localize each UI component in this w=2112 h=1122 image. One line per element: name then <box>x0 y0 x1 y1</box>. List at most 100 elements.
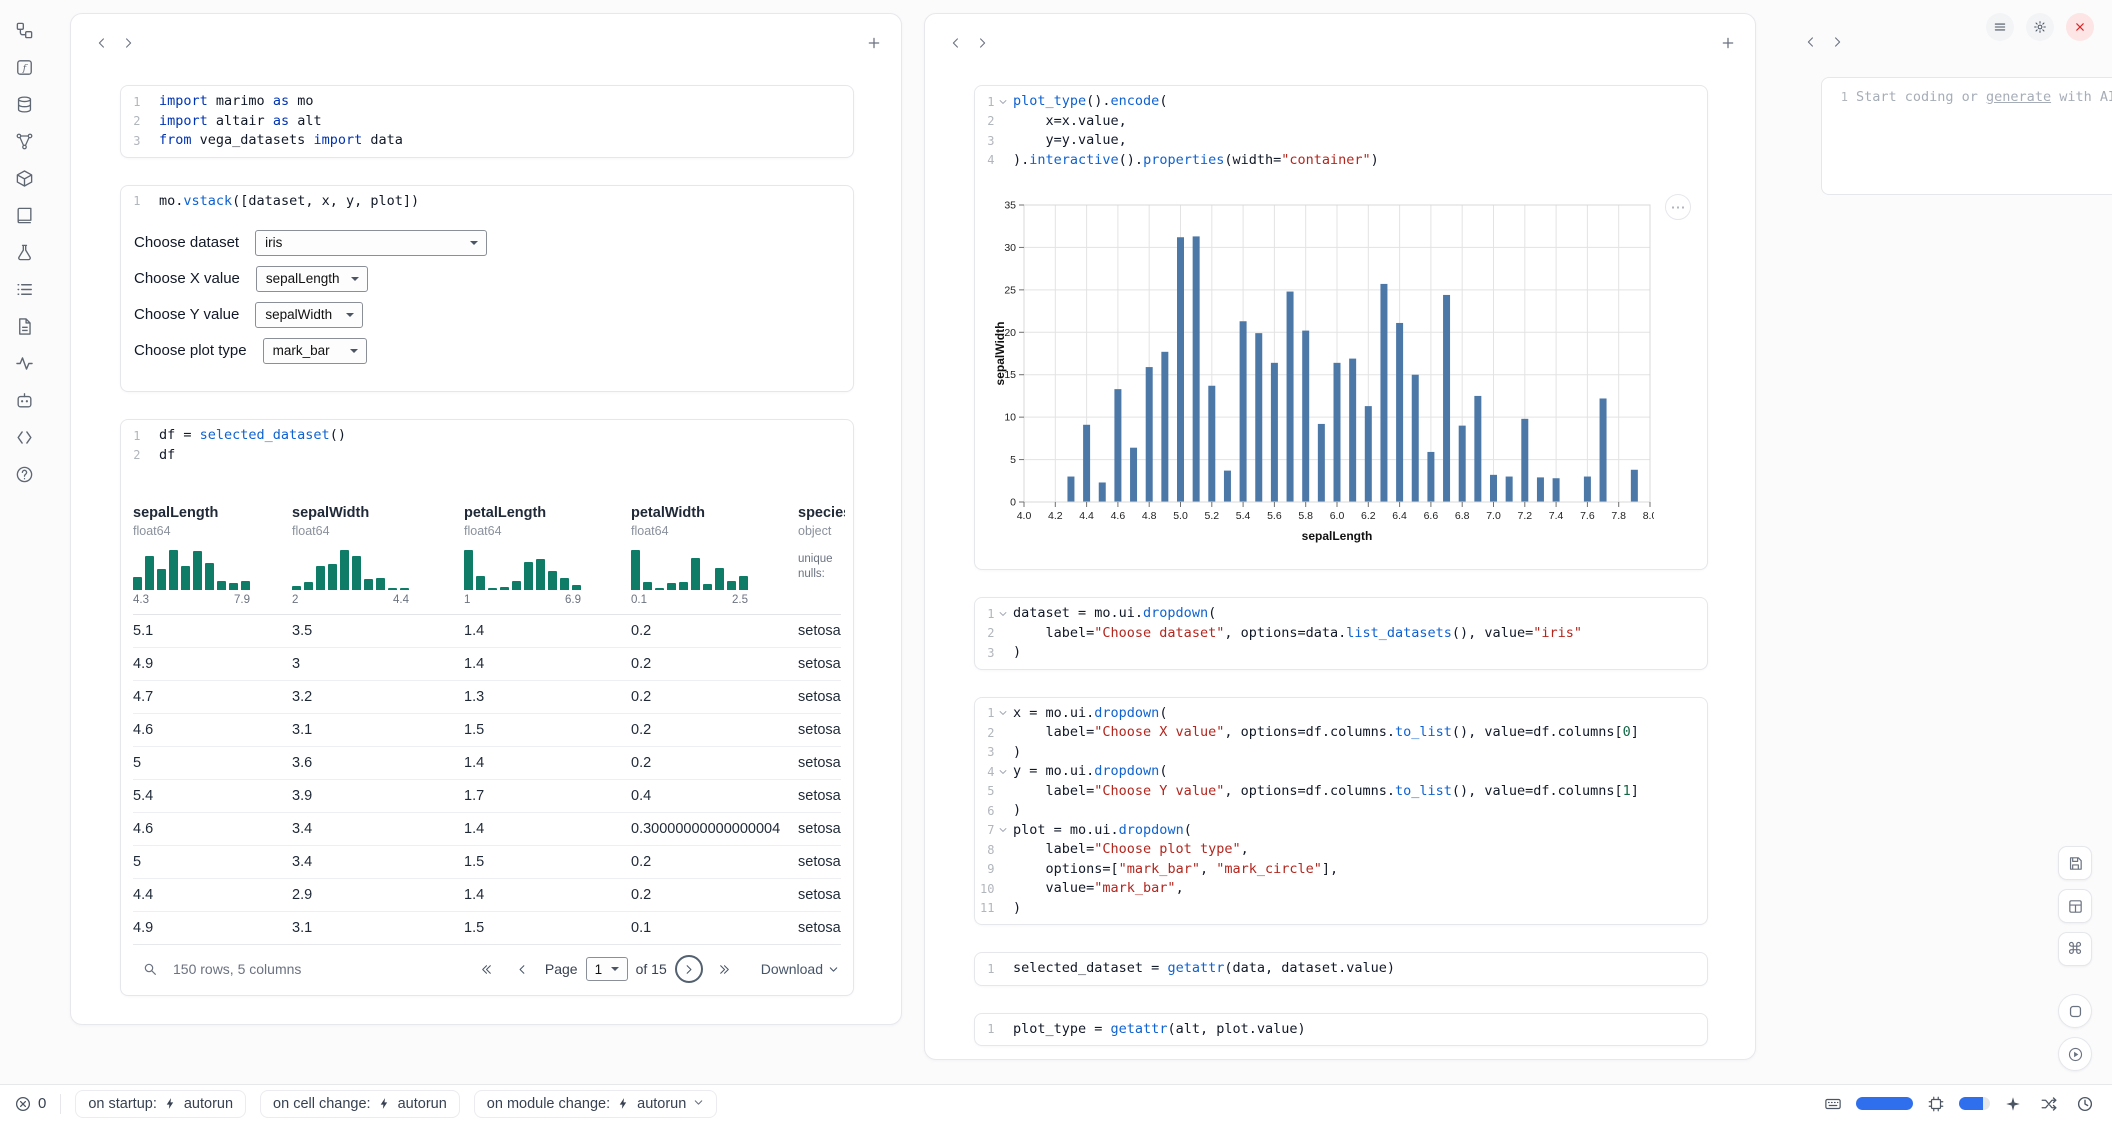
shuffle-button[interactable] <box>2036 1092 2062 1116</box>
line-number: 1 <box>975 704 1011 724</box>
ai-assistant-button[interactable] <box>2000 1092 2026 1116</box>
table-cell: setosa <box>798 780 845 812</box>
table-cell: 0.2 <box>631 681 798 713</box>
fold-chevron-icon[interactable] <box>995 764 1011 780</box>
table-row[interactable]: 4.42.91.40.2setosa <box>133 878 841 911</box>
chevron-down-icon <box>693 1097 704 1108</box>
scratchpad-button[interactable] <box>11 240 37 264</box>
column-header[interactable]: sepalLengthfloat644.37.9 <box>133 505 292 606</box>
fold-chevron-icon[interactable] <box>995 94 1011 110</box>
run-all-button[interactable] <box>2058 1037 2092 1071</box>
column-scroll-right-button[interactable] <box>115 30 141 56</box>
table-row[interactable]: 4.93.11.50.1setosa <box>133 911 841 944</box>
altair-chart[interactable]: 051015202530354.04.24.44.64.85.05.25.45.… <box>994 192 1654 548</box>
bolt-icon <box>617 1097 630 1110</box>
column-header[interactable]: petalLengthfloat6416.9 <box>464 505 631 606</box>
y-value-select[interactable]: sepalWidth <box>255 302 363 328</box>
column-scroll-left-button[interactable] <box>943 30 969 56</box>
column-header[interactable]: sepalWidthfloat6424.4 <box>292 505 464 606</box>
table-row[interactable]: 4.931.40.2setosa <box>133 647 841 680</box>
empty-cell-editor[interactable]: 1 Start coding or generate with AI. <box>1821 77 2112 195</box>
column-header[interactable]: petalWidthfloat640.12.5 <box>631 505 798 606</box>
table-cell: 1.5 <box>464 846 631 878</box>
table-cell: 3.4 <box>292 813 464 845</box>
table-cell: 5.4 <box>133 780 292 812</box>
table-cell: setosa <box>798 879 845 911</box>
logs-button[interactable] <box>11 351 37 375</box>
line-number: 11 <box>975 899 1011 919</box>
code-editor[interactable]: 1 selected_dataset = getattr(data, datas… <box>975 953 1707 985</box>
on-startup-chip[interactable]: on startup: autorun <box>75 1090 246 1118</box>
column-scroll-left-button[interactable] <box>89 30 115 56</box>
table-row[interactable]: 5.43.91.70.4setosa <box>133 779 841 812</box>
table-row[interactable]: 4.63.41.40.30000000000000004setosa <box>133 812 841 845</box>
code-editor[interactable]: 1 mo.vstack([dataset, x, y, plot]) <box>121 186 853 218</box>
table-cell: 3.1 <box>292 714 464 746</box>
first-page-button[interactable] <box>473 955 501 983</box>
code-editor[interactable]: 1234567891011 x = mo.ui.dropdown( label=… <box>975 698 1707 925</box>
column-scroll-right-button[interactable] <box>1824 29 1850 55</box>
code-editor[interactable]: 123 dataset = mo.ui.dropdown( label="Cho… <box>975 598 1707 669</box>
dataset-select[interactable]: iris <box>255 230 487 256</box>
history-button[interactable] <box>2072 1092 2098 1116</box>
column-header[interactable]: speciesobjectuniquenulls: <box>798 505 845 606</box>
on-cell-change-chip[interactable]: on cell change: autorun <box>260 1090 460 1118</box>
next-page-button[interactable] <box>675 955 703 983</box>
fold-chevron-icon[interactable] <box>995 606 1011 622</box>
app-view-button[interactable] <box>2058 994 2092 1028</box>
add-cell-button[interactable] <box>1715 30 1741 56</box>
chart-actions-button[interactable]: ⋯ <box>1665 194 1691 220</box>
code-editor[interactable]: 12 df = selected_dataset()df <box>121 420 853 471</box>
svg-text:4.8: 4.8 <box>1142 510 1157 522</box>
on-module-change-chip[interactable]: on module change: autorun <box>474 1090 718 1118</box>
packages-button[interactable] <box>11 166 37 190</box>
ai-chat-button[interactable] <box>11 388 37 412</box>
table-row[interactable]: 4.63.11.50.2setosa <box>133 713 841 746</box>
fold-chevron-icon[interactable] <box>995 705 1011 721</box>
datasources-icon <box>15 95 34 114</box>
add-cell-button[interactable] <box>861 30 887 56</box>
file-explorer-button[interactable] <box>11 18 37 42</box>
x-value-select[interactable]: sepalLength <box>256 266 368 292</box>
column-scroll-left-button[interactable] <box>1798 29 1824 55</box>
table-cell: 5.1 <box>133 615 292 647</box>
cell-imports: 123 import marimo as moimport altair as … <box>120 85 854 158</box>
square-icon <box>2067 1003 2084 1020</box>
code-editor[interactable]: 1 plot_type = getattr(alt, plot.value) <box>975 1014 1707 1046</box>
snippets-button[interactable] <box>11 425 37 449</box>
marimo-app: 123 import marimo as moimport altair as … <box>0 0 2112 1122</box>
documentation-button[interactable] <box>11 203 37 227</box>
page-select[interactable]: 1 <box>586 957 628 981</box>
tracebacks-button[interactable] <box>11 314 37 338</box>
outline-button[interactable] <box>11 277 37 301</box>
code-editor[interactable]: 123 import marimo as moimport altair as … <box>121 86 853 157</box>
download-button[interactable]: Download <box>761 961 839 977</box>
table-cell: 3.2 <box>292 681 464 713</box>
table-row[interactable]: 5.13.51.40.2setosa <box>133 615 841 647</box>
dependencies-button[interactable] <box>11 129 37 153</box>
plot-type-select[interactable]: mark_bar <box>263 338 367 364</box>
line-number: 1 <box>1822 88 1856 184</box>
table-row[interactable]: 53.61.40.2setosa <box>133 746 841 779</box>
table-row[interactable]: 4.73.21.30.2setosa <box>133 680 841 713</box>
code-editor[interactable]: 1234 plot_type().encode( x=x.value, y=y.… <box>975 86 1707 176</box>
keyboard-shortcuts-button[interactable]: ⌘ <box>2058 932 2092 966</box>
table-search-button[interactable] <box>137 956 163 982</box>
previous-page-button[interactable] <box>509 955 537 983</box>
table-row[interactable]: 53.41.50.2setosa <box>133 845 841 878</box>
cpu-button[interactable] <box>1923 1092 1949 1116</box>
last-page-button[interactable] <box>711 955 739 983</box>
sparkle-icon <box>2004 1095 2022 1113</box>
save-button[interactable] <box>2058 846 2092 880</box>
datasources-button[interactable] <box>11 92 37 116</box>
layout-button[interactable] <box>2058 889 2092 923</box>
error-count-badge[interactable]: 0 <box>14 1095 46 1113</box>
line-number-gutter: 1234 <box>975 92 1011 170</box>
fold-chevron-icon[interactable] <box>995 822 1011 838</box>
keyboard-button[interactable] <box>1820 1092 1846 1116</box>
generate-with-ai-link[interactable]: generate <box>1986 89 2051 105</box>
svg-text:6.0: 6.0 <box>1330 510 1345 522</box>
help-button[interactable] <box>11 462 37 486</box>
variables-button[interactable] <box>11 55 37 79</box>
column-scroll-right-button[interactable] <box>969 30 995 56</box>
